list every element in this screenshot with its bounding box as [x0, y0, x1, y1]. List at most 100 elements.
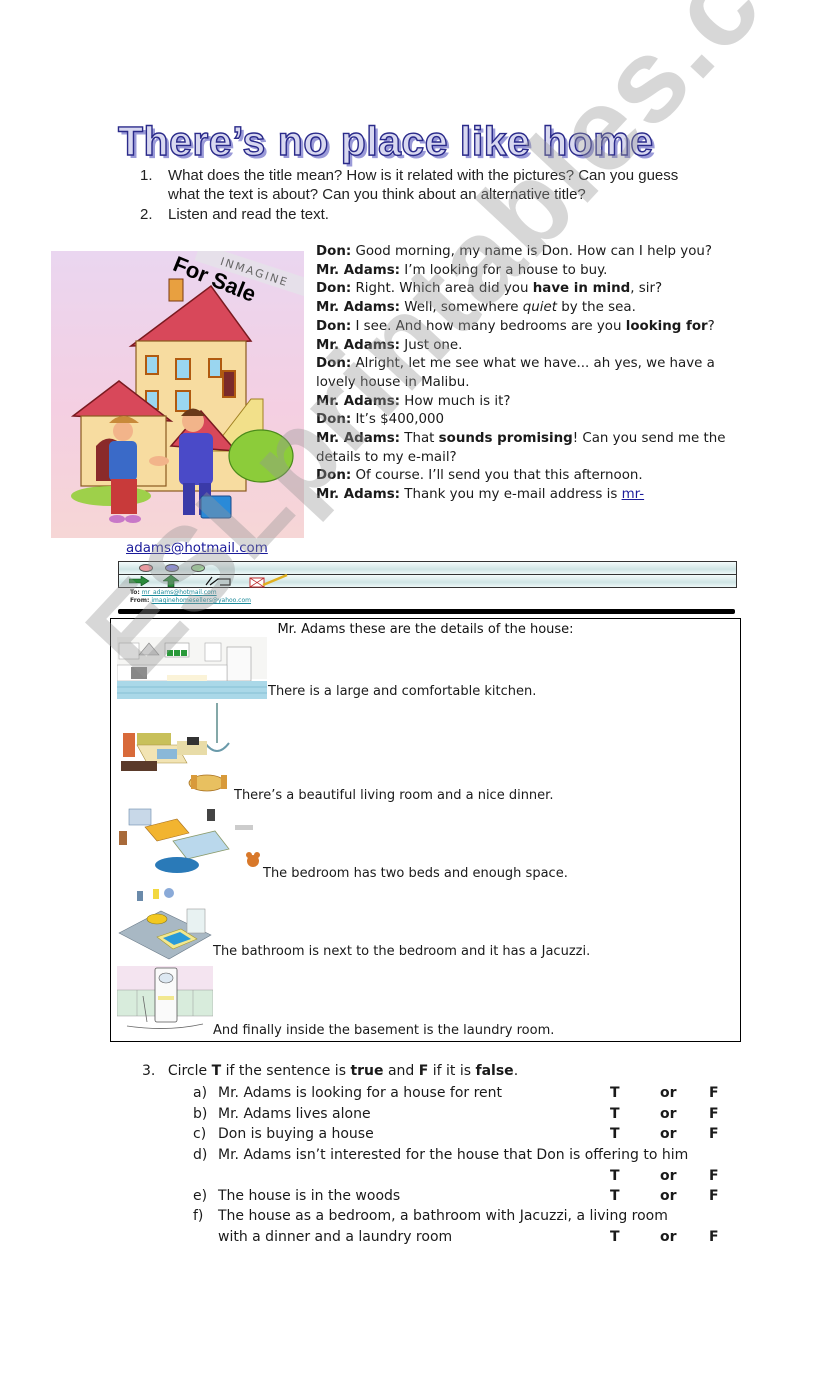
speaker-name: Don: — [316, 281, 352, 297]
question-number: 2. — [140, 206, 153, 223]
speaker-name: Mr. Adams: — [316, 393, 401, 409]
kitchen-illustration — [117, 637, 267, 699]
item-statement: Don is buying a house — [218, 1126, 374, 1142]
true-option[interactable]: T — [610, 1104, 620, 1125]
window-dot-green[interactable] — [191, 564, 205, 572]
bedroom-picture — [117, 805, 267, 879]
speaker-name: Mr. Adams: — [316, 431, 401, 447]
key-phrase: have in mind — [532, 281, 631, 297]
false-option[interactable]: F — [709, 1104, 719, 1125]
dialogue-text-part: Good morning, my name is Don. How can I … — [351, 244, 713, 259]
question-text: What does the title mean? How is it rela… — [168, 167, 679, 203]
from-address[interactable]: imaginehomesellers@yahoo.com — [151, 597, 251, 604]
bathroom-illustration — [118, 888, 212, 960]
email-address-link-continuation[interactable]: adams@hotmail.com — [118, 541, 268, 556]
key-phrase: sounds promising — [438, 431, 573, 447]
speaker-name: Mr. Adams: — [316, 262, 401, 278]
window-dot-red[interactable] — [139, 564, 153, 572]
to-address[interactable]: mr_adams@hotmail.com — [142, 589, 217, 596]
or-label: or — [660, 1126, 677, 1142]
question-number: 1. — [140, 167, 153, 184]
living-room-picture — [117, 703, 237, 803]
question-text: Listen and read the text. — [168, 206, 329, 223]
false-option[interactable]: F — [709, 1227, 719, 1248]
worksheet-title: There’s no place like home — [117, 117, 654, 164]
email-link[interactable]: mr- — [622, 487, 645, 502]
dialogue-line: Mr. Adams: That sounds promising! Can yo… — [316, 430, 726, 467]
living-room-description: There’s a beautiful living room and a ni… — [234, 788, 554, 803]
or-label: or — [660, 1085, 677, 1101]
bathroom-picture — [117, 883, 213, 961]
reply-icon[interactable] — [204, 575, 234, 587]
dialogue-text-part: Of course. I’ll send you that this after… — [351, 468, 643, 484]
laundry-description: And finally inside the basement is the l… — [213, 1023, 555, 1038]
living-room-illustration — [121, 703, 230, 792]
house-details-box: Mr. Adams these are the details of the h… — [110, 618, 741, 1042]
dialogue-text-part: Thank you my e-mail address is — [400, 487, 622, 503]
instruction-keyword: true — [350, 1063, 384, 1079]
window-dot-blue[interactable] — [165, 564, 179, 572]
instruction-text: if it is — [428, 1063, 476, 1079]
dialogue-text-part: Well, somewhere — [400, 300, 523, 316]
dialogue-line: Mr. Adams: Just one. — [316, 337, 726, 356]
false-option[interactable]: F — [709, 1166, 719, 1187]
dialogue-text-part: Right. Which area did you — [351, 281, 533, 297]
question-1: 1. What does the title mean? How is it r… — [140, 166, 700, 204]
exercise-number: 3. — [142, 1063, 156, 1079]
true-option[interactable]: T — [610, 1166, 620, 1187]
email-to-line: To: mr_adams@hotmail.com — [130, 589, 217, 596]
compose-mail-icon[interactable] — [249, 574, 289, 588]
details-heading: Mr. Adams these are the details of the h… — [277, 622, 574, 637]
item-letter: b) — [193, 1106, 208, 1122]
bathroom-description: The bathroom is next to the bedroom and … — [213, 944, 591, 959]
false-option[interactable]: F — [709, 1186, 719, 1207]
dialogue-line: Don: Good morning, my name is Don. How c… — [316, 243, 726, 262]
speaker-name: Mr. Adams: — [316, 337, 401, 353]
dialogue-text-part: , sir? — [630, 281, 663, 297]
instruction-keyword: F — [418, 1063, 429, 1079]
bedroom-description: The bedroom has two beds and enough spac… — [263, 866, 568, 881]
true-option[interactable]: T — [610, 1186, 620, 1207]
house-illustration: INMAGINE For Sale — [70, 251, 304, 523]
item-letter: a) — [193, 1085, 208, 1101]
true-option[interactable]: T — [610, 1124, 620, 1145]
false-option[interactable]: F — [709, 1083, 719, 1104]
dialogue-line: Don: Right. Which area did you have in m… — [316, 280, 726, 299]
true-option[interactable]: T — [610, 1083, 620, 1104]
for-sale-house-picture: INMAGINE For Sale — [51, 251, 304, 538]
dialogue-text-part: It’s $400,000 — [351, 412, 445, 428]
laundry-illustration — [117, 966, 213, 1029]
item-letter: d) — [193, 1147, 208, 1163]
true-option[interactable]: T — [610, 1227, 620, 1248]
kitchen-picture — [117, 637, 267, 699]
exercise-3-instruction: 3. Circle T if the sentence is true and … — [142, 1063, 518, 1079]
email-link[interactable]: adams@hotmail.com — [118, 541, 268, 556]
or-label: or — [660, 1106, 677, 1122]
dialogue-text-part: Just one. — [400, 337, 463, 353]
item-statement: Mr. Adams lives alone — [218, 1106, 371, 1122]
false-option[interactable]: F — [709, 1124, 719, 1145]
instruction-text: and — [383, 1063, 419, 1079]
kitchen-description: There is a large and comfortable kitchen… — [268, 684, 537, 699]
instruction-text: . — [513, 1063, 519, 1079]
exercise-instruction-text: Circle T if the sentence is true and F i… — [168, 1063, 518, 1079]
key-phrase: looking for — [625, 318, 708, 334]
true-false-item: d) Mr. Adams isn’t interested for the hou… — [193, 1145, 733, 1186]
forward-arrow-icon[interactable] — [129, 576, 151, 586]
item-letter: e) — [193, 1188, 208, 1204]
dialogue-line: Don: It’s $400,000 — [316, 411, 726, 430]
to-label: To: — [130, 589, 140, 596]
true-false-item: c) Don is buying a house Tor F — [193, 1124, 733, 1144]
dialogue-text: Don: Good morning, my name is Don. How c… — [316, 243, 726, 505]
dialogue-text-part: quiet — [522, 300, 557, 316]
dialogue-text-part: How much is it? — [400, 393, 511, 409]
upload-arrow-icon[interactable] — [163, 575, 179, 587]
email-from-line: From: imaginehomesellers@yahoo.com — [130, 597, 251, 604]
speaker-name: Don: — [316, 356, 352, 372]
true-false-item: a) Mr. Adams is looking for a house for r… — [193, 1083, 733, 1103]
dialogue-text-part: by the sea. — [556, 300, 636, 316]
speaker-name: Don: — [316, 244, 352, 259]
or-label: or — [660, 1228, 677, 1245]
dialogue-text-part: ? — [707, 318, 715, 334]
true-false-item: f) The house as a bedroom, a bathroom wit… — [193, 1206, 733, 1247]
